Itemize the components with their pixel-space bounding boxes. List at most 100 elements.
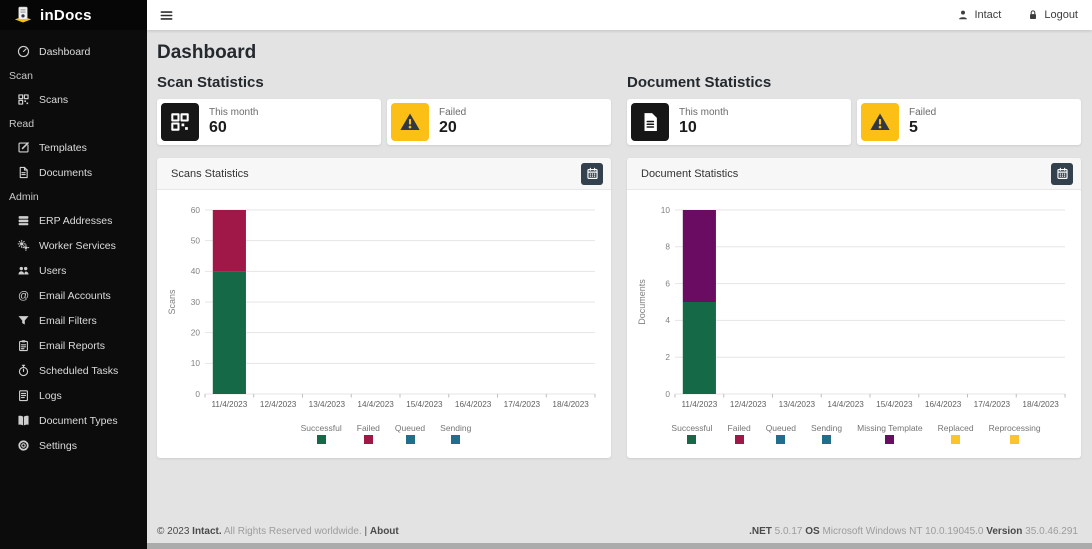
document-stat-cards: This month 10 Failed 5 — [627, 99, 1081, 145]
svg-text:10: 10 — [661, 205, 671, 215]
footer-segment: 35.0.46.291 — [1022, 525, 1078, 537]
legend-item-queued[interactable]: Queued — [766, 423, 796, 444]
sidebar-item-templates[interactable]: Templates — [0, 135, 147, 160]
sidebar: inDocs Dashboard Scan Scans Read Templates Do… — [0, 0, 147, 549]
document-statistics-section: Document Statistics This month 10 Failed… — [627, 74, 1081, 458]
page-title: Dashboard — [157, 42, 257, 63]
app-title: inDocs — [40, 6, 92, 24]
legend-item-reprocessing[interactable]: Reprocessing — [989, 423, 1041, 444]
svg-text:11/4/2023: 11/4/2023 — [211, 400, 247, 409]
people-icon — [17, 264, 30, 277]
legend-item-sending[interactable]: Sending — [811, 423, 842, 444]
card-text: Failed 20 — [439, 107, 466, 137]
menu-toggle-button[interactable] — [157, 6, 176, 25]
user-menu[interactable]: Intact — [957, 9, 1001, 21]
legend-item-successful[interactable]: Successful — [301, 423, 342, 444]
legend-label: Queued — [394, 423, 426, 433]
legend-swatch — [885, 435, 895, 444]
card-label: This month — [679, 107, 729, 118]
legend-label: Queued — [765, 423, 796, 433]
gear-icon — [17, 439, 30, 452]
pencil-square-icon — [17, 141, 30, 154]
document-section-heading: Document Statistics — [627, 74, 772, 91]
scans-chart-title: Scans Statistics — [171, 167, 249, 180]
legend-swatch — [405, 435, 415, 444]
logout-button[interactable]: Logout — [1027, 9, 1078, 21]
lock-icon — [1027, 9, 1039, 21]
person-icon — [957, 9, 969, 21]
warning-triangle-icon — [391, 103, 429, 141]
bar-segment-successful[interactable] — [682, 302, 716, 394]
bar-segment-missing-template[interactable] — [682, 210, 716, 302]
legend-item-queued[interactable]: Queued — [395, 423, 425, 444]
documents-chart-legend: Successful Failed Queued Sending Missing Tem… — [635, 421, 1077, 454]
legend-swatch — [822, 435, 832, 444]
svg-text:30: 30 — [191, 297, 201, 307]
sidebar-item-label: Dashboard — [39, 45, 91, 58]
sidebar-section-read: Read — [0, 112, 147, 135]
legend-item-failed[interactable]: Failed — [728, 423, 751, 444]
calendar-icon — [1056, 167, 1069, 180]
sidebar-item-label: Scheduled Tasks — [39, 364, 119, 377]
scans-chart-legend: Successful Failed Queued Sending — [165, 421, 607, 454]
svg-text:10: 10 — [191, 358, 201, 368]
card-value: 10 — [679, 119, 697, 136]
sidebar-item-dashboard[interactable]: Dashboard — [0, 39, 147, 64]
documents-date-range-button[interactable] — [1051, 162, 1073, 185]
sidebar-item-scheduled-tasks[interactable]: Scheduled Tasks — [0, 358, 147, 383]
sidebar-section-admin: Admin — [0, 185, 147, 208]
sidebar-item-erp-addresses[interactable]: ERP Addresses — [0, 208, 147, 233]
sidebar-item-scans[interactable]: Scans — [0, 87, 147, 112]
svg-text:4: 4 — [665, 315, 670, 325]
main-content: Dashboard Scan Statistics This month 60 … — [147, 30, 1092, 549]
sidebar-item-worker-services[interactable]: Worker Services — [0, 233, 147, 258]
version-info: .NET 5.0.17 OS Microsoft Windows NT 10.0… — [749, 526, 1078, 537]
scans-chart-panel-header: Scans Statistics — [157, 158, 611, 190]
scans-chart-panel: Scans Statistics 0 10 20 30 40 50 60 Scans 11/4/… — [157, 158, 611, 458]
legend-item-missing-template[interactable]: Missing Template — [857, 423, 923, 444]
sidebar-item-email-reports[interactable]: Email Reports — [0, 333, 147, 358]
svg-text:15/4/2023: 15/4/2023 — [876, 400, 913, 409]
documents-chart-body: 0 2 4 6 8 10 Documents 11/4/2023 12/4/2023 13/4/2… — [627, 190, 1081, 458]
sidebar-item-settings[interactable]: Settings — [0, 433, 147, 458]
stopwatch-icon — [17, 364, 30, 377]
svg-text:13/4/2023: 13/4/2023 — [309, 400, 346, 409]
sidebar-item-document-types[interactable]: Document Types — [0, 408, 147, 433]
scans-date-range-button[interactable] — [581, 162, 603, 185]
svg-text:2: 2 — [665, 352, 670, 362]
legend-item-failed[interactable]: Failed — [357, 423, 380, 444]
book-icon — [17, 414, 30, 427]
footer-segment: Intact. — [192, 525, 222, 537]
hamburger-icon — [159, 8, 174, 23]
legend-item-successful[interactable]: Successful — [671, 423, 713, 444]
sidebar-item-email-accounts[interactable]: @ Email Accounts — [0, 283, 147, 308]
sidebar-item-users[interactable]: Users — [0, 258, 147, 283]
footer-segment: .NET — [749, 525, 772, 537]
legend-label: Sending — [440, 423, 472, 433]
legend-item-replaced[interactable]: Replaced — [938, 423, 974, 444]
bar-segment-successful[interactable] — [212, 271, 246, 394]
sidebar-section-label: Admin — [9, 190, 39, 203]
svg-text:18/4/2023: 18/4/2023 — [1022, 400, 1059, 409]
sidebar-item-logs[interactable]: Logs — [0, 383, 147, 408]
svg-text:17/4/2023: 17/4/2023 — [974, 400, 1011, 409]
footer-segment: Microsoft Windows NT 10.0.19045.0 — [819, 525, 987, 537]
scans-bar-chart[interactable]: 0 10 20 30 40 50 60 Scans 11/4/2023 12/4/2023 13/4… — [165, 200, 607, 421]
sidebar-item-email-filters[interactable]: Email Filters — [0, 308, 147, 333]
documents-bar-chart[interactable]: 0 2 4 6 8 10 Documents 11/4/2023 12/4/2023 13/4/2… — [635, 200, 1077, 421]
qr-code-icon — [17, 93, 30, 106]
documents-chart-panel: Document Statistics 0 2 4 6 8 10 Documents 11/4… — [627, 158, 1081, 458]
stat-card-scans-failed: Failed 20 — [387, 99, 611, 145]
app-logo[interactable]: inDocs — [0, 0, 147, 30]
card-text: This month 60 — [209, 107, 258, 137]
legend-item-sending[interactable]: Sending — [440, 423, 471, 444]
card-value: 60 — [209, 119, 227, 136]
legend-label: Reprocessing — [988, 423, 1041, 433]
sidebar-item-documents[interactable]: Documents — [0, 160, 147, 185]
sidebar-section-label: Scan — [9, 69, 33, 82]
svg-text:0: 0 — [665, 389, 670, 399]
bar-segment-failed[interactable] — [212, 210, 246, 272]
about-link[interactable]: About — [370, 526, 399, 537]
sidebar-section-scan: Scan — [0, 64, 147, 87]
journal-icon — [17, 389, 30, 402]
